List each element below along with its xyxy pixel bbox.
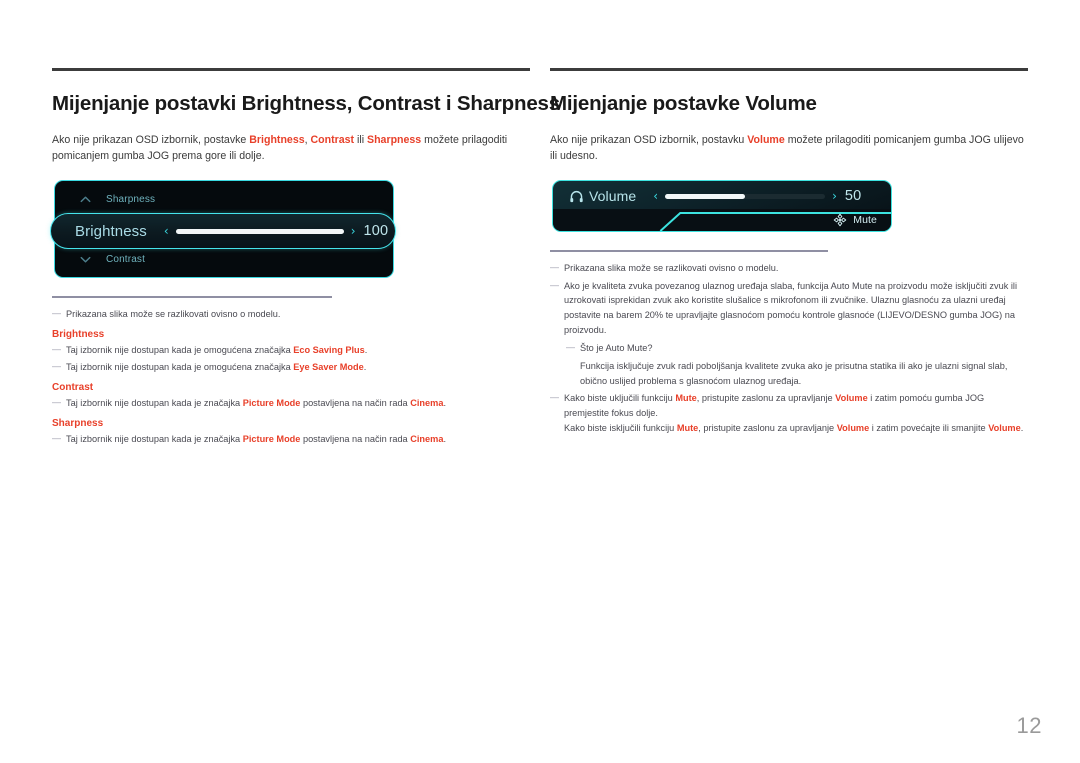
term-cinema: Cinema [410,434,444,445]
note-text-mid: , pristupite zaslonu za upravljanje [696,392,836,403]
jog-directional-icon [833,214,847,227]
term-picture-mode: Picture Mode [242,398,301,409]
osd-volume-label: Volume [589,188,637,205]
term-volume: Volume [836,422,870,433]
page-title-left: Mijenjanje postavki Brightness, Contrast… [52,92,560,115]
term-eco-saving-plus: Eco Saving Plus [293,344,365,355]
note-group-heading-sharpness: Sharpness [52,418,104,430]
term-volume: Volume [747,133,785,146]
osd-row-volume[interactable]: Volume ‹ › 50 [553,181,891,211]
notes-divider-right [550,250,828,252]
manual-page: Mijenjanje postavki Brightness, Contrast… [0,0,1080,763]
note-contrast-picture-mode: Taj izbornik nije dostupan kada je znača… [52,395,530,411]
term-contrast: Contrast [310,133,355,146]
intro-text-1: Ako nije prikazan OSD izbornik, postavku [550,133,748,146]
brightness-slider-track[interactable] [175,228,344,234]
note-text-mid: postavljena na način rada [300,398,411,409]
note-group-heading-brightness: Brightness [52,328,105,340]
note-text: Taj izbornik nije dostupan kada je znača… [66,398,243,409]
osd-row-contrast[interactable]: Contrast [55,244,393,274]
note-auto-mute-quality: Ako je kvaliteta zvuka povezanog ulaznog… [550,278,1028,339]
note-text-end: . [443,398,446,409]
note-what-is-auto-mute-answer: Funkcija isključuje zvuk radi poboljšanj… [580,361,1008,386]
page-number: 12 [1016,713,1042,738]
note-text: Taj izbornik nije dostupan kada je znača… [66,434,243,445]
volume-slider-fill [665,193,746,199]
chevron-down-icon [80,256,91,263]
term-eye-saver-mode: Eye Saver Mode [293,362,364,373]
intro-paragraph-left: Ako nije prikazan OSD izbornik, postavke… [52,132,530,165]
note-text-mid: postavljena na način rada [300,434,411,445]
note-text-end: . [364,344,368,355]
page-title-right: Mijenjanje postavke Volume [550,92,817,115]
osd-row-sharpness[interactable]: Sharpness [55,184,393,214]
osd-mute-label: Mute [853,214,877,227]
note-model-disclaimer: Prikazana slika može se razlikovati ovis… [52,306,530,322]
note-brightness-eco: Taj izbornik nije dostupan kada je omogu… [52,342,530,358]
note-group-heading-contrast: Contrast [52,382,94,394]
term-mute: Mute [675,392,697,403]
notes-left: Prikazana slika može se razlikovati ovis… [52,296,530,447]
term-picture-mode: Picture Mode [242,434,301,445]
term-sharpness: Sharpness [367,133,422,146]
note-text-end: . [443,434,446,445]
volume-slider[interactable]: ‹ › [653,190,837,202]
note-text: Taj izbornik nije dostupan kada je omogu… [66,344,294,355]
volume-value: 50 [844,188,862,205]
brightness-slider-fill [175,228,344,234]
brightness-value: 100 [363,223,389,240]
slider-left-arrow-icon[interactable]: ‹ [164,225,169,237]
osd-picture-menu: Sharpness Brightness ‹ › 100 Contrast [50,180,396,279]
note-brightness-eye-saver: Taj izbornik nije dostupan kada je omogu… [52,359,530,375]
brightness-slider[interactable]: ‹ › [164,225,356,237]
osd-row-brightness-label: Brightness [75,222,147,240]
note-sharpness-picture-mode: Taj izbornik nije dostupan kada je znača… [52,431,530,447]
osd-row-contrast-label: Contrast [106,253,145,265]
osd-volume-wrap: Volume ‹ › 50 Mute [550,180,1028,233]
note-mute-instructions: Kako biste uključili funkciju Mute, pris… [550,390,1028,436]
term-mute: Mute [676,422,699,433]
volume-slider-track[interactable] [665,193,826,199]
note-text-2: Kako biste isključili funkciju [564,422,677,433]
intro-text-1: Ako nije prikazan OSD izbornik, postavke [52,133,250,146]
note-text-2-end: . [1020,422,1024,433]
chevron-up-icon [80,196,91,203]
note-what-is-auto-mute-question: Što je Auto Mute? [566,340,1028,356]
slider-right-arrow-icon[interactable]: › [351,225,356,237]
osd-row-sharpness-label: Sharpness [106,193,156,205]
notes-divider-left [52,296,332,298]
osd-row-mute[interactable]: Mute [553,209,891,232]
section-rule-right [550,68,1028,71]
note-text-2-after: i zatim povećajte ili smanjite [869,422,989,433]
slider-right-arrow-icon[interactable]: › [832,190,837,202]
intro-text-3: ili [354,133,368,146]
right-column: Mijenjanje postavke Volume Ako nije prik… [550,0,1028,450]
note-text-end: . [363,362,367,373]
slider-left-arrow-icon[interactable]: ‹ [653,190,658,202]
headphone-icon [570,190,583,203]
term-volume: Volume [988,422,1021,433]
section-rule-left [52,68,530,71]
term-volume: Volume [835,392,868,403]
note-text: Kako biste uključili funkciju [564,392,676,403]
note-text: Taj izbornik nije dostupan kada je omogu… [66,362,294,373]
osd-volume-menu: Volume ‹ › 50 Mute [552,180,892,233]
notes-right: Prikazana slika može se razlikovati ovis… [550,250,1028,435]
osd-picture-wrap: Sharpness Brightness ‹ › 100 Contrast [50,180,530,279]
note-text-2-mid: , pristupite zaslonu za upravljanje [698,422,837,433]
left-column: Mijenjanje postavki Brightness, Contrast… [50,0,560,450]
two-column-layout: Mijenjanje postavki Brightness, Contrast… [0,0,1080,450]
intro-paragraph-right: Ako nije prikazan OSD izbornik, postavku… [550,132,1028,165]
term-brightness: Brightness [249,133,305,146]
note-model-disclaimer: Prikazana slika može se razlikovati ovis… [550,260,1028,276]
term-cinema: Cinema [410,398,444,409]
